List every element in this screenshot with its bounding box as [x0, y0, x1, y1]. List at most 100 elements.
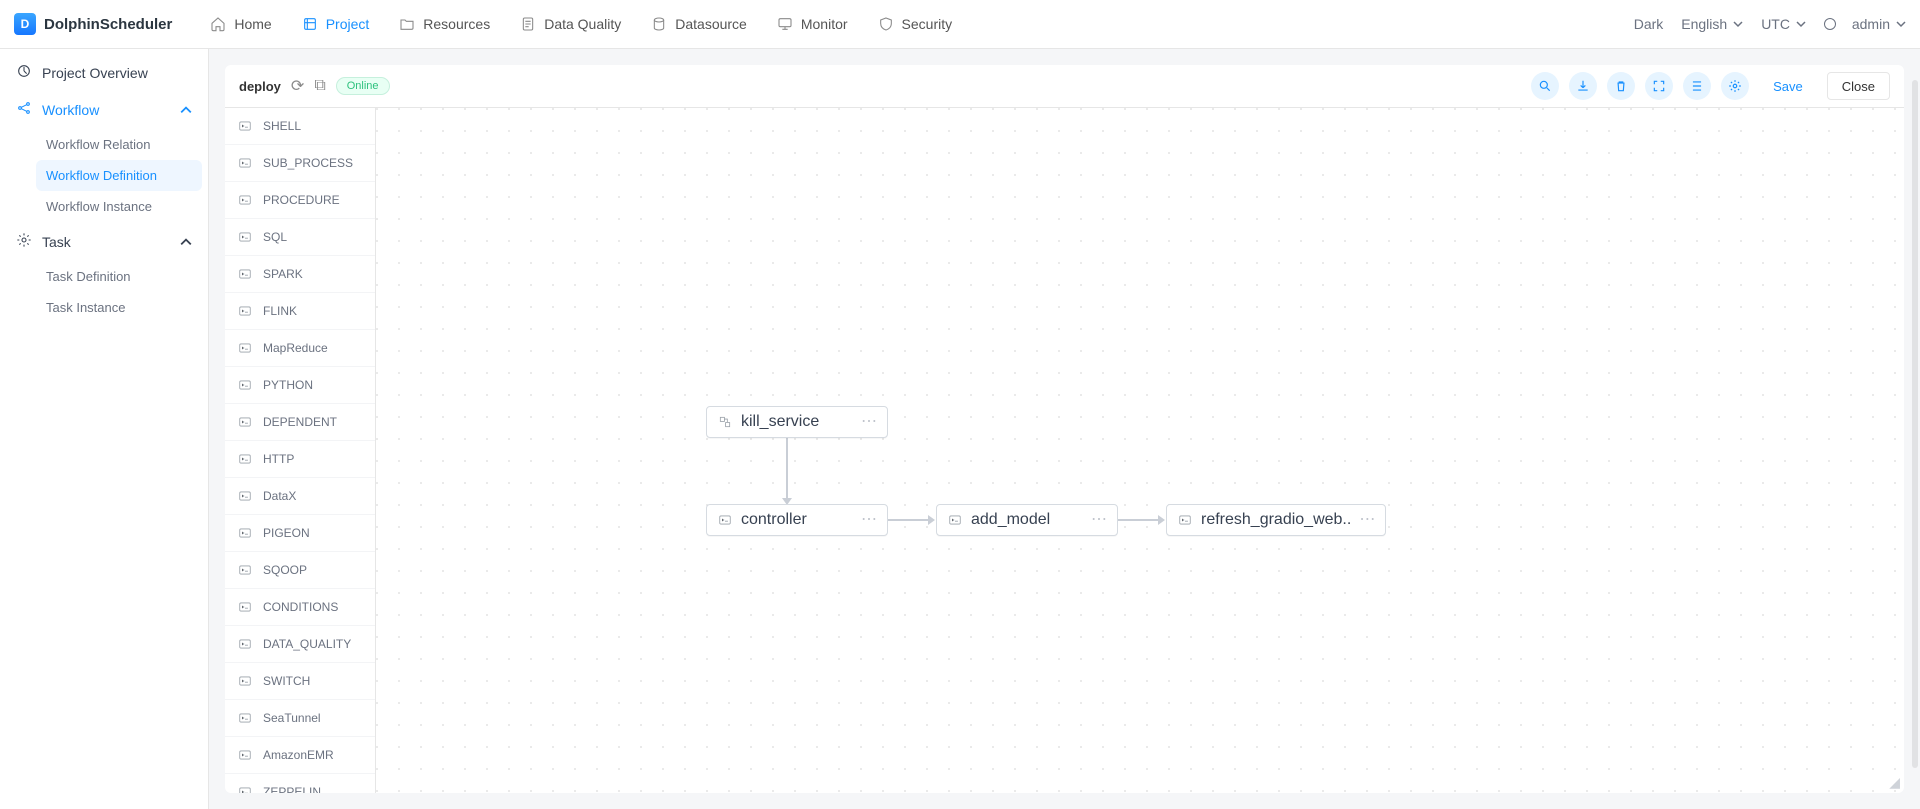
dag-node-n2[interactable]: controller⋯	[706, 504, 888, 536]
topnav-item-resources[interactable]: Resources	[387, 8, 502, 40]
close-button[interactable]: Close	[1827, 72, 1890, 100]
task-type-sqoop[interactable]: SQOOP	[225, 552, 375, 589]
quality-icon	[520, 16, 536, 32]
task-type-zeppelin[interactable]: ZEPPELIN	[225, 774, 375, 793]
task-type-icon	[237, 266, 253, 282]
task-type-mapreduce[interactable]: MapReduce	[225, 330, 375, 367]
theme-toggle[interactable]: Dark	[1634, 16, 1664, 32]
dag-node-n1[interactable]: kill_service⋯	[706, 406, 888, 438]
sidebar-item-project-overview[interactable]: Project Overview	[6, 55, 202, 90]
task-type-spark[interactable]: SPARK	[225, 256, 375, 293]
chevron-up-icon	[180, 104, 192, 116]
task-palette[interactable]: SHELL SUB_PROCESS PROCEDURE SQL SPARK FLINK Ma…	[225, 108, 376, 793]
version-button[interactable]	[1721, 72, 1749, 100]
dag-node-label: kill_service	[741, 413, 819, 431]
task-type-icon	[237, 192, 253, 208]
task-type-icon	[237, 118, 253, 134]
task-type-label: SUB_PROCESS	[263, 156, 353, 170]
topnav-item-label: Datasource	[675, 16, 747, 32]
topnav-item-label: Home	[234, 16, 271, 32]
task-type-sub_process[interactable]: SUB_PROCESS	[225, 145, 375, 182]
task-type-label: PROCEDURE	[263, 193, 340, 207]
save-button[interactable]: Save	[1759, 72, 1817, 100]
edge	[786, 438, 788, 500]
topnav-item-security[interactable]: Security	[866, 8, 965, 40]
task-type-amazonemr[interactable]: AmazonEMR	[225, 737, 375, 774]
shell-icon	[947, 512, 963, 528]
topnav-item-project[interactable]: Project	[290, 8, 382, 40]
sidebar-item-workflow-relation[interactable]: Workflow Relation	[36, 129, 202, 160]
sidebar-item-workflow-definition[interactable]: Workflow Definition	[36, 160, 202, 191]
task-type-icon	[237, 303, 253, 319]
chevron-down-icon	[1896, 19, 1906, 29]
node-status-icon: ⋯	[1091, 512, 1107, 528]
task-type-shell[interactable]: SHELL	[225, 108, 375, 145]
task-type-icon	[237, 636, 253, 652]
share-icon	[16, 100, 32, 119]
resize-grip-icon[interactable]: ◢	[1889, 774, 1900, 791]
task-type-icon	[237, 414, 253, 430]
task-type-dependent[interactable]: DEPENDENT	[225, 404, 375, 441]
task-type-conditions[interactable]: CONDITIONS	[225, 589, 375, 626]
task-type-python[interactable]: PYTHON	[225, 367, 375, 404]
layout-icon	[1690, 79, 1704, 93]
sidebar-item-task[interactable]: Task	[6, 224, 202, 259]
dag-node-label: add_model	[971, 511, 1050, 529]
dag-canvas[interactable]: kill_service⋯ controller⋯ add_model ⋯ refres…	[376, 108, 1904, 793]
db-icon	[651, 16, 667, 32]
task-type-pigeon[interactable]: PIGEON	[225, 515, 375, 552]
task-type-switch[interactable]: SWITCH	[225, 663, 375, 700]
task-type-icon	[237, 451, 253, 467]
sidebar-item-task-definition[interactable]: Task Definition	[36, 261, 202, 292]
task-type-label: SHELL	[263, 119, 301, 133]
format-button[interactable]	[1683, 72, 1711, 100]
sidebar-item-workflow-instance[interactable]: Workflow Instance	[36, 191, 202, 222]
shell-icon	[1177, 512, 1193, 528]
delete-button[interactable]	[1607, 72, 1635, 100]
task-type-flink[interactable]: FLINK	[225, 293, 375, 330]
task-type-label: SPARK	[263, 267, 303, 281]
task-type-data_quality[interactable]: DATA_QUALITY	[225, 626, 375, 663]
task-type-datax[interactable]: DataX	[225, 478, 375, 515]
topnav-item-home[interactable]: Home	[198, 8, 283, 40]
panel-toolbar: deploy ⟳ ⧉ Online Save Close	[225, 65, 1904, 108]
task-type-label: SQOOP	[263, 563, 307, 577]
topnav-item-monitor[interactable]: Monitor	[765, 8, 860, 40]
sidebar-item-task-instance[interactable]: Task Instance	[36, 292, 202, 323]
copy-icon[interactable]: ⧉	[314, 77, 325, 95]
sidebar-item-label: Workflow Definition	[46, 168, 157, 183]
scrollbar[interactable]	[1912, 80, 1918, 768]
sidebar-item-label: Workflow Instance	[46, 199, 152, 214]
refresh-icon[interactable]: ⟳	[291, 76, 304, 96]
dag-node-n4[interactable]: refresh_gradio_web..⋯	[1166, 504, 1386, 536]
timezone-select[interactable]: UTC	[1761, 16, 1806, 32]
fullscreen-button[interactable]	[1645, 72, 1673, 100]
topnav-item-label: Security	[902, 16, 953, 32]
workflow-panel: deploy ⟳ ⧉ Online Save Close	[225, 65, 1904, 793]
panel-body: SHELL SUB_PROCESS PROCEDURE SQL SPARK FLINK Ma…	[225, 108, 1904, 793]
task-type-label: MapReduce	[263, 341, 328, 355]
arrow-right-icon	[1158, 515, 1165, 525]
language-label: English	[1681, 16, 1727, 32]
topnav-item-datasource[interactable]: Datasource	[639, 8, 759, 40]
topbar: D DolphinScheduler HomeProjectResourcesD…	[0, 0, 1920, 49]
sidebar-item-label: Workflow Relation	[46, 137, 151, 152]
task-type-http[interactable]: HTTP	[225, 441, 375, 478]
download-button[interactable]	[1569, 72, 1597, 100]
task-type-icon	[237, 155, 253, 171]
sidebar: Project OverviewWorkflow Workflow Relatio…	[0, 49, 209, 809]
topnav-item-label: Monitor	[801, 16, 848, 32]
language-select[interactable]: English	[1681, 16, 1743, 32]
sidebar-item-workflow[interactable]: Workflow	[6, 92, 202, 127]
task-type-icon	[237, 525, 253, 541]
user-menu[interactable]: admin	[1824, 16, 1906, 32]
task-type-label: HTTP	[263, 452, 294, 466]
task-type-sql[interactable]: SQL	[225, 219, 375, 256]
dag-node-n3[interactable]: add_model ⋯	[936, 504, 1118, 536]
search-button[interactable]	[1531, 72, 1559, 100]
task-type-label: SeaTunnel	[263, 711, 321, 725]
topnav-item-data-quality[interactable]: Data Quality	[508, 8, 633, 40]
task-type-seatunnel[interactable]: SeaTunnel	[225, 700, 375, 737]
task-type-procedure[interactable]: PROCEDURE	[225, 182, 375, 219]
folder-icon	[399, 16, 415, 32]
